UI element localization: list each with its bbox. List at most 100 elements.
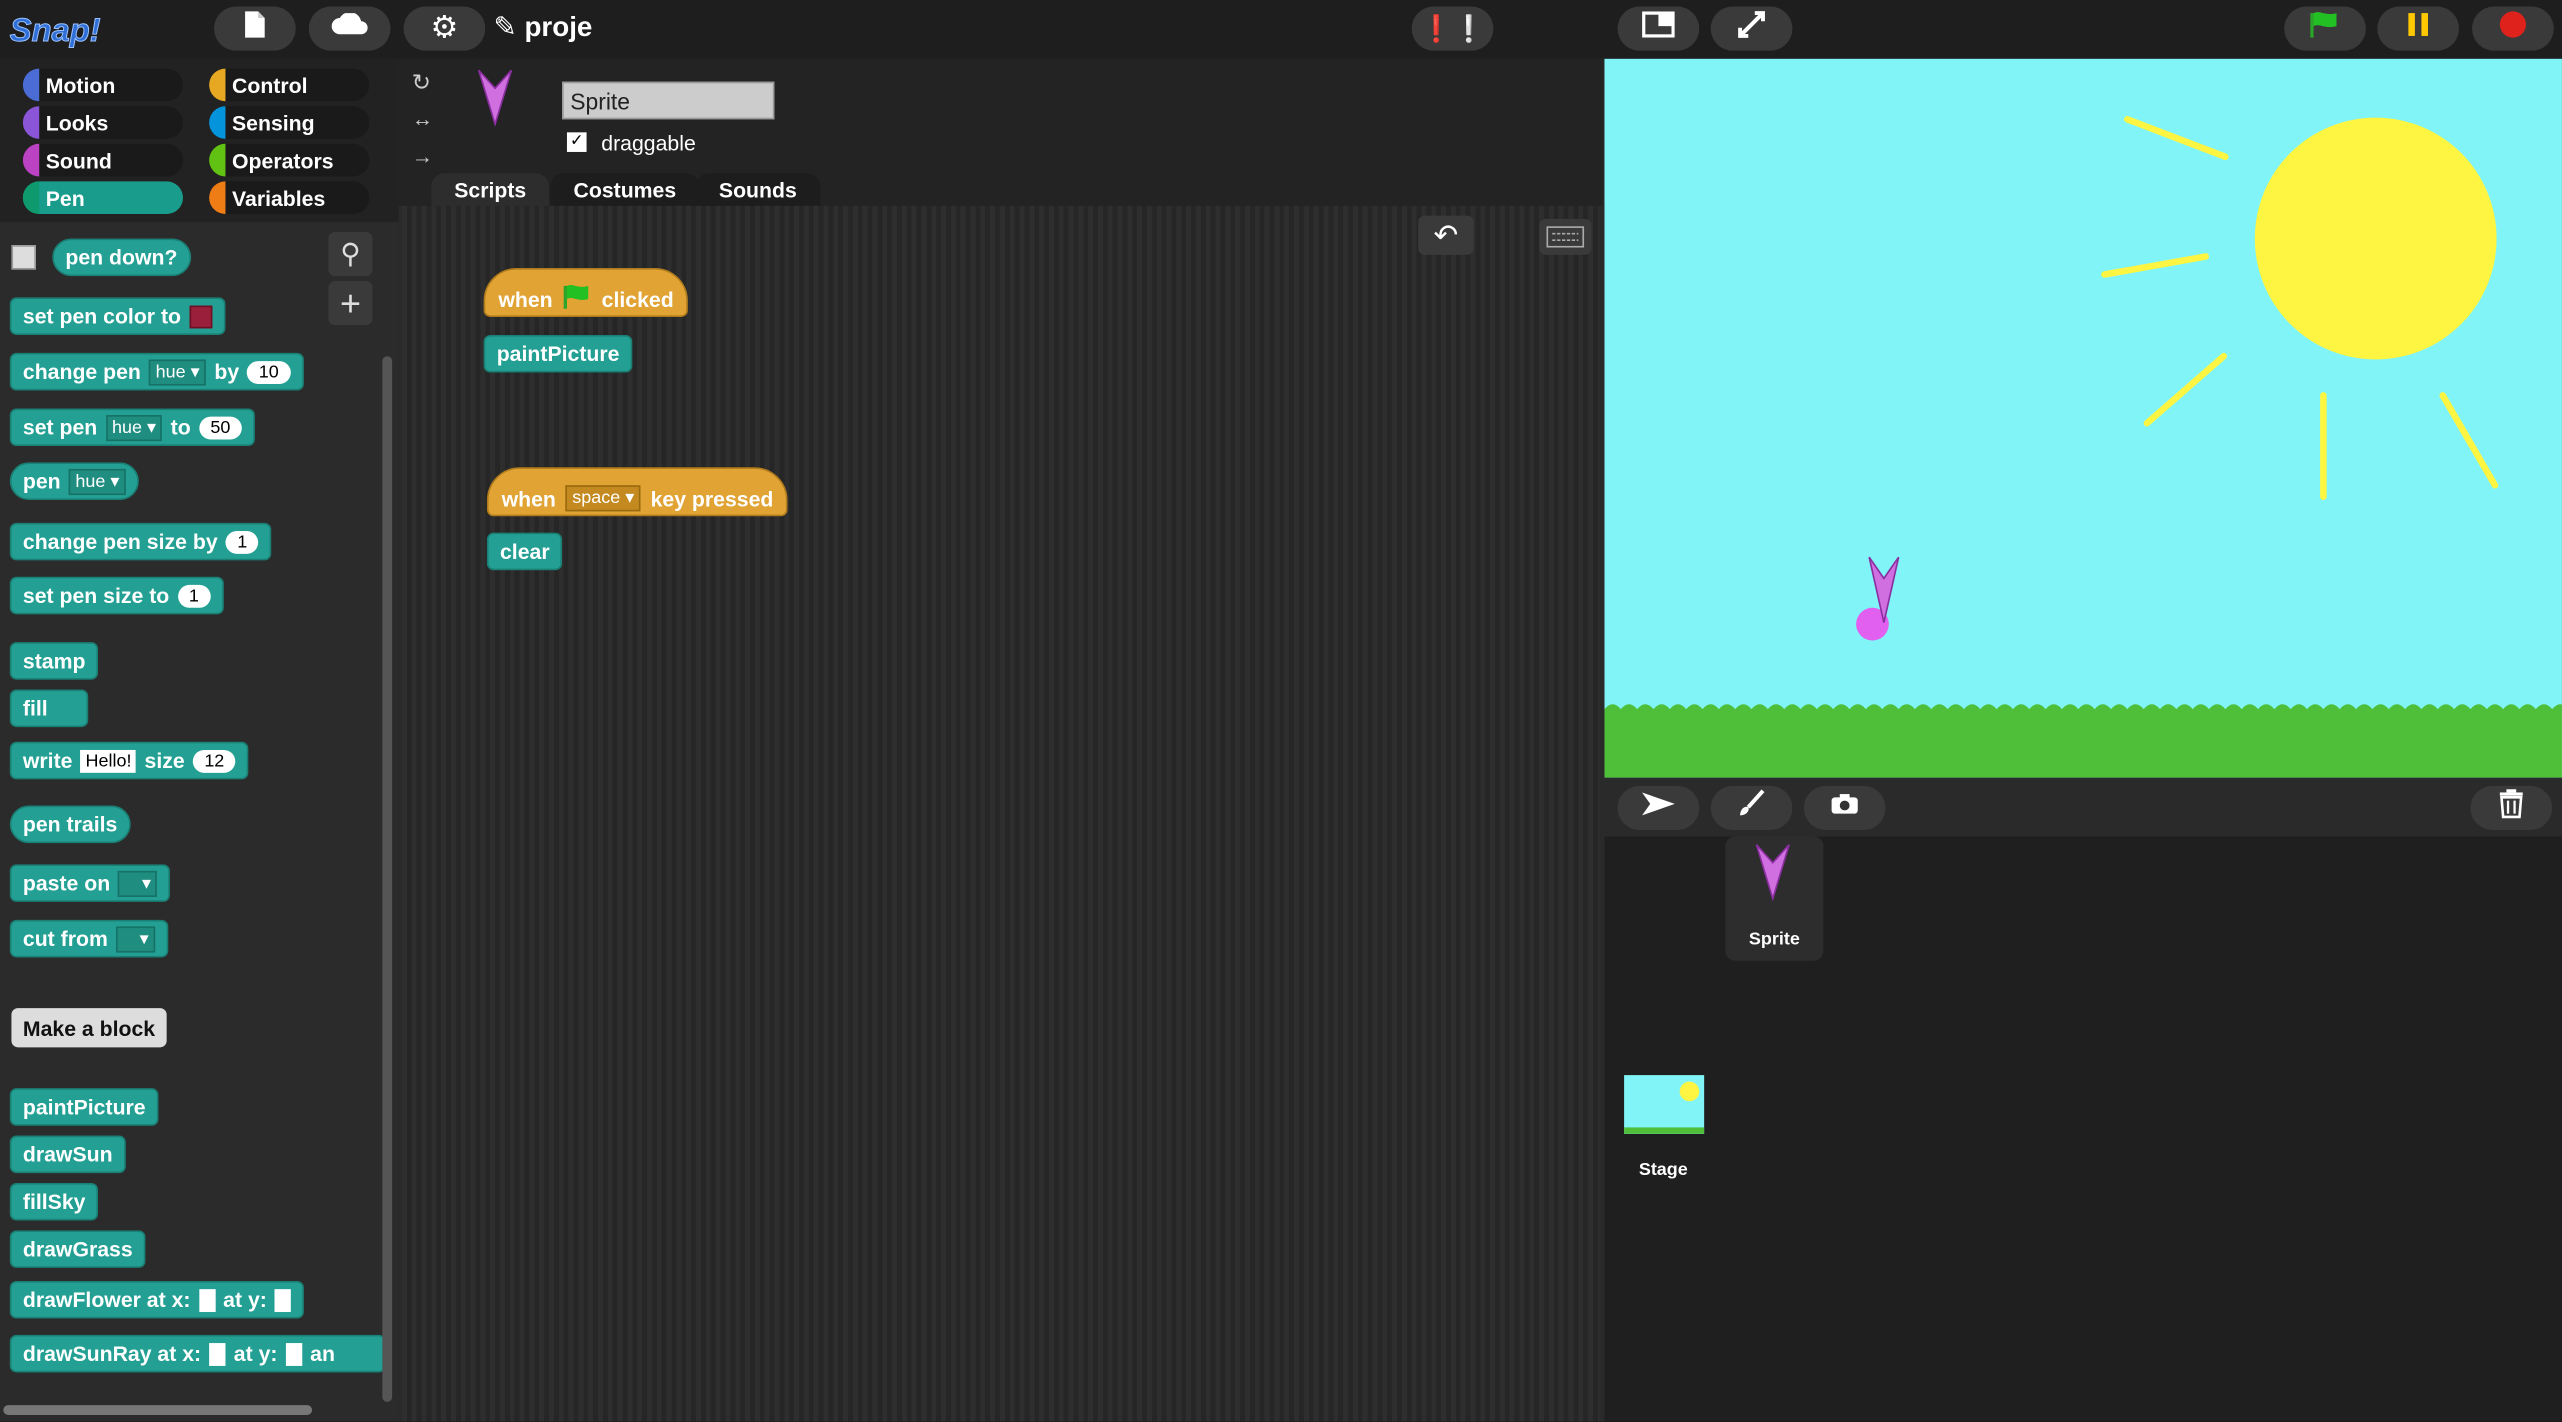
category-pen[interactable]: Pen — [22, 181, 183, 215]
block-text: change pen size by — [22, 529, 218, 554]
number-slot[interactable]: 12 — [192, 749, 236, 773]
block-drawsunray[interactable]: drawSunRay at x: at y: an — [9, 1334, 386, 1373]
block-change-pen[interactable]: change pen hue ▾ by 10 — [9, 352, 304, 391]
text-slot[interactable]: Hello! — [80, 749, 137, 773]
block-change-pen-size[interactable]: change pen size by 1 — [9, 522, 272, 561]
camera-sprite-button[interactable] — [1803, 785, 1886, 831]
block-cut-from[interactable]: cut from ▾ — [9, 919, 169, 958]
category-sound[interactable]: Sound — [22, 143, 183, 177]
y-slot[interactable] — [275, 1288, 292, 1312]
snap-logo[interactable]: Snap! — [7, 5, 105, 54]
file-button[interactable] — [214, 6, 296, 51]
stage-size-button[interactable] — [1617, 6, 1700, 51]
paint-new-sprite-button[interactable] — [1710, 785, 1793, 831]
cloud-button[interactable] — [308, 6, 391, 51]
delete-sprite-button[interactable] — [2470, 785, 2553, 831]
number-slot[interactable]: 10 — [247, 360, 291, 384]
x-slot[interactable] — [209, 1342, 226, 1366]
rotate-style-button[interactable]: ↻ — [412, 69, 431, 97]
hat-block-key-pressed[interactable]: when space ▾ key pressed — [486, 467, 789, 517]
block-pen-trails[interactable]: pen trails — [9, 805, 131, 844]
make-a-block-button[interactable]: Make a block — [11, 1008, 167, 1048]
block-text: clear — [499, 539, 550, 564]
target-dropdown[interactable]: ▾ — [118, 870, 158, 897]
no-rotate-button[interactable]: → — [412, 144, 433, 169]
pen-attr-dropdown[interactable]: hue ▾ — [105, 414, 163, 441]
block-clear[interactable]: clear — [486, 532, 563, 571]
block-pen-down[interactable]: pen down? — [52, 238, 191, 277]
hat-block-green-flag[interactable]: when clicked — [483, 267, 689, 317]
number-slot[interactable]: 1 — [225, 530, 259, 554]
block-text: paste on — [22, 870, 111, 896]
block-write[interactable]: write Hello! size 12 — [9, 741, 249, 780]
x-slot[interactable] — [198, 1288, 215, 1312]
category-sensing[interactable]: Sensing — [209, 106, 370, 139]
search-blocks-button[interactable]: ⚲ — [328, 232, 373, 277]
sound-color-icon — [22, 143, 40, 177]
block-pen-reporter[interactable]: pen hue ▾ — [9, 462, 139, 500]
sprite-name-field[interactable]: Sprite — [562, 81, 775, 120]
block-text: change pen — [22, 359, 141, 384]
category-label: Operators — [232, 147, 334, 173]
target-dropdown[interactable]: ▾ — [116, 925, 156, 952]
stage[interactable] — [1604, 58, 2562, 778]
block-text: clicked — [601, 286, 674, 312]
number-slot[interactable]: 1 — [177, 584, 211, 607]
stop-button[interactable] — [2472, 6, 2554, 51]
flip-style-button[interactable]: ↔ — [412, 106, 433, 131]
corral-stage-item[interactable]: Stage — [1614, 1065, 1712, 1189]
corral-sprite-item[interactable]: Sprite — [1725, 836, 1824, 961]
palette-vertical-scrollbar[interactable] — [382, 356, 393, 1402]
thumbnail-grass — [1624, 1127, 1705, 1134]
tab-scripts[interactable]: Scripts — [431, 173, 550, 206]
dropdown-value: hue — [155, 361, 186, 382]
color-slot[interactable] — [189, 304, 213, 328]
category-looks[interactable]: Looks — [22, 106, 183, 139]
draggable-checkbox[interactable]: ✓ — [566, 132, 587, 152]
number-slot[interactable]: 50 — [198, 415, 242, 439]
block-drawgrass[interactable]: drawGrass — [9, 1230, 146, 1268]
block-fillsky[interactable]: fillSky — [9, 1182, 99, 1221]
category-label: Pen — [45, 185, 85, 210]
keyboard-entry-button[interactable] — [1539, 218, 1592, 255]
category-label: Sensing — [232, 110, 315, 135]
block-paste-on[interactable]: paste on ▾ — [9, 864, 171, 902]
undo-button[interactable]: ↶ — [1418, 215, 1474, 255]
add-turtle-sprite-button[interactable] — [1617, 785, 1700, 831]
palette-horizontal-scrollbar[interactable] — [3, 1405, 313, 1415]
rotate-icon: ↻ — [411, 68, 431, 95]
block-palette: pen down? ⚲ + set pen color to change pe… — [0, 222, 399, 1422]
stage-mode-button[interactable]: ❗❕ — [1411, 6, 1494, 51]
project-title: ✎ proje — [493, 11, 592, 44]
block-paintpicture[interactable]: paintPicture — [9, 1088, 159, 1126]
pen-attr-dropdown[interactable]: hue ▾ — [149, 358, 207, 385]
green-flag-button[interactable] — [2284, 6, 2366, 51]
block-text: at y: — [233, 1341, 278, 1366]
category-operators[interactable]: Operators — [209, 143, 370, 177]
block-set-pen-size[interactable]: set pen size to 1 — [9, 576, 224, 615]
block-drawflower[interactable]: drawFlower at x: at y: — [9, 1280, 305, 1319]
left-right-icon: ↔ — [411, 106, 433, 131]
category-motion[interactable]: Motion — [22, 68, 183, 102]
block-fill[interactable]: fill — [9, 689, 89, 728]
block-set-pen[interactable]: set pen hue ▾ to 50 — [9, 408, 255, 447]
scripting-area[interactable]: ↶ when clicked paintPicture when space ▾… — [401, 205, 1600, 1422]
category-control[interactable]: Control — [209, 68, 370, 102]
block-set-pen-color[interactable]: set pen color to — [9, 297, 226, 335]
pause-icon — [2405, 11, 2431, 45]
y-slot[interactable] — [285, 1342, 302, 1366]
pause-button[interactable] — [2377, 6, 2460, 51]
tab-costumes[interactable]: Costumes — [550, 173, 700, 206]
tab-sounds[interactable]: Sounds — [696, 173, 820, 206]
category-variables[interactable]: Variables — [209, 181, 370, 215]
pen-down-checkbox[interactable] — [11, 245, 36, 270]
block-paintpicture-call[interactable]: paintPicture — [483, 334, 633, 373]
key-dropdown[interactable]: space ▾ — [565, 485, 641, 512]
pen-attr-dropdown[interactable]: hue ▾ — [68, 468, 126, 495]
block-drawsun[interactable]: drawSun — [9, 1135, 126, 1174]
presentation-mode-button[interactable] — [1710, 6, 1793, 51]
block-stamp[interactable]: stamp — [9, 642, 99, 680]
add-block-button[interactable]: + — [328, 281, 373, 326]
settings-button[interactable]: ⚙ — [403, 6, 486, 51]
cloud-icon — [330, 12, 369, 44]
